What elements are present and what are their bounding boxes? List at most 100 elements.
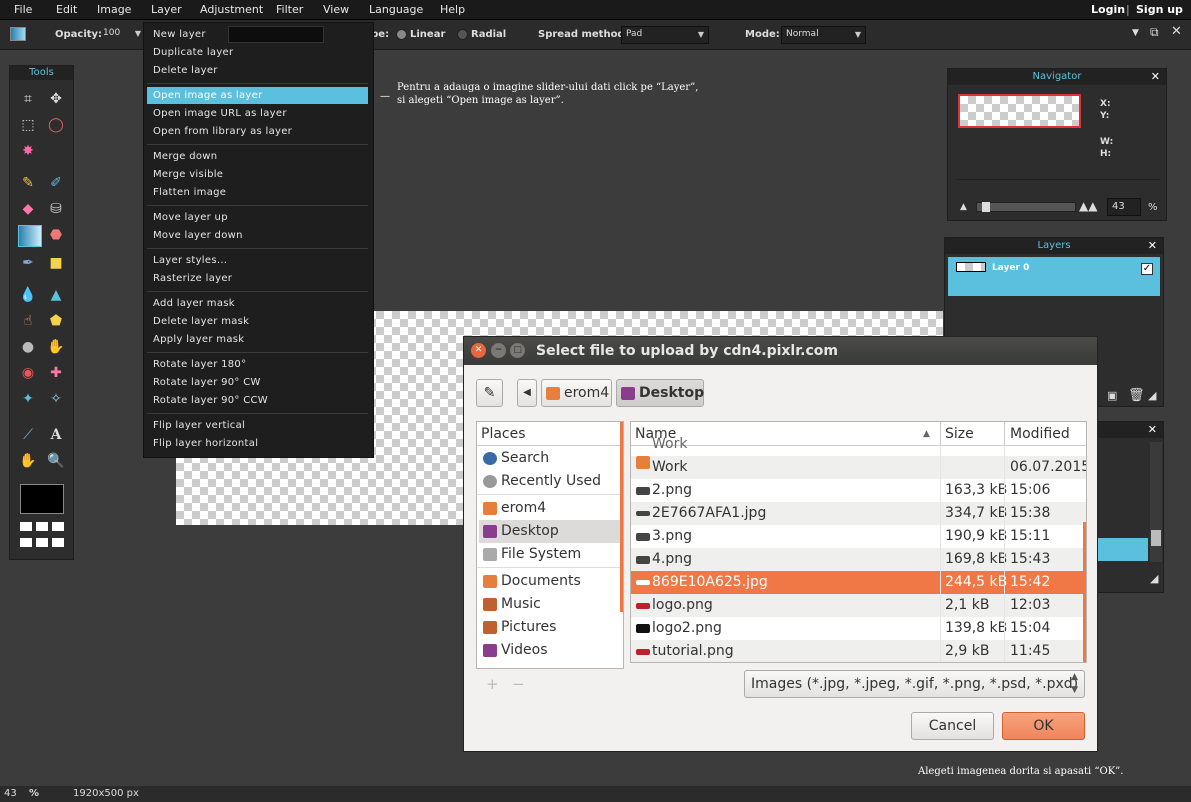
table-row[interactable]: Work <box>631 433 1086 456</box>
layer-settings-icon[interactable]: ◢ <box>1148 389 1156 402</box>
path-back-button[interactable]: ◀ <box>517 379 537 407</box>
eraser-icon[interactable]: ◆ <box>18 199 38 219</box>
spread-method-select[interactable]: Pad ▼ <box>621 26 709 44</box>
ok-button[interactable]: OK <box>1002 712 1085 740</box>
menu-view[interactable]: View <box>323 3 349 16</box>
stamp-icon[interactable]: ⬣ <box>46 225 66 245</box>
zoom-slider-handle[interactable] <box>982 202 990 212</box>
close-icon[interactable]: ✕ <box>1171 24 1182 39</box>
pinch-icon[interactable]: ✧ <box>46 389 66 409</box>
trash-icon[interactable]: 🗑 <box>1128 388 1145 403</box>
close-icon[interactable]: ✕ <box>471 343 486 358</box>
bucket-icon[interactable]: ⛁ <box>46 199 66 219</box>
menu-rotate-180[interactable]: Rotate layer 180° <box>147 356 368 373</box>
path-desktop-button[interactable]: Desktop <box>616 379 704 407</box>
menu-rotate-90-cw[interactable]: Rotate layer 90° CW <box>147 374 368 391</box>
close-icon[interactable]: ✕ <box>1148 238 1157 254</box>
move-icon[interactable]: ✥ <box>46 89 66 109</box>
place-videos[interactable]: Videos <box>479 639 623 662</box>
linear-radio[interactable] <box>396 29 407 40</box>
brush-icon[interactable]: ✐ <box>46 173 66 193</box>
menu-image[interactable]: Image <box>97 3 131 16</box>
mode-select[interactable]: Normal ▼ <box>781 26 866 44</box>
table-row[interactable]: logo.png 2,1 kB 12:03 <box>631 594 1086 617</box>
sponge-icon[interactable]: ⬟ <box>46 311 66 331</box>
scrollbar-thumb[interactable] <box>1151 530 1161 546</box>
close-icon[interactable]: ✕ <box>1151 69 1160 85</box>
zoom-slider[interactable] <box>976 202 1076 212</box>
grid-icon[interactable] <box>52 538 64 547</box>
path-erom4-button[interactable]: erom4 <box>541 379 612 407</box>
menu-rotate-90-ccw[interactable]: Rotate layer 90° CCW <box>147 392 368 409</box>
opacity-input[interactable]: 100 ▼ <box>99 26 145 44</box>
menu-duplicate-layer[interactable]: Duplicate layer <box>147 44 368 61</box>
grid-icon[interactable] <box>36 538 48 547</box>
menu-merge-visible[interactable]: Merge visible <box>147 166 368 183</box>
color-swatch[interactable] <box>20 484 64 514</box>
table-row[interactable]: Work 06.07.2015 <box>631 456 1086 479</box>
bloat-icon[interactable]: ✦ <box>18 389 38 409</box>
menu-new-layer[interactable]: New layer <box>147 26 368 43</box>
menu-delete-layer-mask[interactable]: Delete layer mask <box>147 313 368 330</box>
table-row[interactable]: 4.png 169,8 kB 15:43 <box>631 548 1086 571</box>
color-replace-icon[interactable]: ✒ <box>18 253 38 273</box>
marquee-icon[interactable]: ⬚ <box>18 115 38 135</box>
menu-flatten-image[interactable]: Flatten image <box>147 184 368 201</box>
crop-icon[interactable]: ⌗ <box>18 89 38 109</box>
grid-icon[interactable] <box>52 522 64 531</box>
minimize-icon[interactable]: − <box>491 343 506 358</box>
close-icon[interactable]: ✕ <box>1148 422 1157 438</box>
restore-icon[interactable]: ⧉ <box>1150 25 1159 40</box>
radial-radio[interactable] <box>457 29 468 40</box>
menu-apply-layer-mask[interactable]: Apply layer mask <box>147 331 368 348</box>
spot-heal-icon[interactable]: ✚ <box>46 363 66 383</box>
place-music[interactable]: Music <box>479 593 623 616</box>
smudge-icon[interactable]: ☝ <box>18 311 38 331</box>
edit-path-button[interactable]: ✎ <box>476 379 503 407</box>
place-search[interactable]: Search <box>479 447 623 470</box>
history-scrollbar[interactable] <box>1150 442 1162 562</box>
zoom-out-icon[interactable]: ▲ <box>960 202 967 212</box>
menu-file[interactable]: File <box>14 3 32 16</box>
menu-filter[interactable]: Filter <box>276 3 303 16</box>
drawing-icon[interactable]: ■ <box>46 253 66 273</box>
table-row[interactable]: 2.png 163,3 kB 15:06 <box>631 479 1086 502</box>
file-list-scrollbar[interactable] <box>1083 522 1086 662</box>
grid-icon[interactable] <box>20 522 32 531</box>
navigator-preview[interactable] <box>958 94 1081 128</box>
place-documents[interactable]: Documents <box>479 570 623 593</box>
add-bookmark-button[interactable]: + <box>486 675 499 693</box>
menu-language[interactable]: Language <box>369 3 423 16</box>
menu-help[interactable]: Help <box>440 3 465 16</box>
hand-icon[interactable]: ✋ <box>18 451 38 471</box>
menu-layer-styles[interactable]: Layer styles... <box>147 252 368 269</box>
lasso-icon[interactable]: ◯ <box>46 115 66 135</box>
place-filesystem[interactable]: File System <box>479 543 623 566</box>
place-erom4[interactable]: erom4 <box>479 497 623 520</box>
menu-edit[interactable]: Edit <box>56 3 77 16</box>
menu-open-image-url-as-layer[interactable]: Open image URL as layer <box>147 105 368 122</box>
table-row-selected[interactable]: 869E10A625.jpg 244,5 kB 15:42 <box>631 571 1086 594</box>
table-row[interactable]: 2E7667AFA1.jpg 334,7 kB 15:38 <box>631 502 1086 525</box>
grid-icon[interactable] <box>20 538 32 547</box>
cancel-button[interactable]: Cancel <box>911 712 994 740</box>
places-scrollbar[interactable] <box>620 422 623 612</box>
layer-visibility-checkbox[interactable]: ✓ <box>1141 263 1153 275</box>
blur-icon[interactable]: 💧 <box>18 285 38 305</box>
table-row[interactable]: logo2.png 139,8 kB 15:04 <box>631 617 1086 640</box>
table-row[interactable]: 3.png 190,9 kB 15:11 <box>631 525 1086 548</box>
red-eye-icon[interactable]: ◉ <box>18 363 38 383</box>
dodge-icon[interactable]: ✋ <box>46 337 66 357</box>
zoom-input[interactable]: 43 <box>1107 198 1141 216</box>
login-link[interactable]: Login <box>1091 3 1125 16</box>
place-desktop[interactable]: Desktop <box>479 520 623 543</box>
menu-open-image-as-layer[interactable]: Open image as layer <box>147 87 368 104</box>
place-pictures[interactable]: Pictures <box>479 616 623 639</box>
gradient-icon[interactable] <box>18 225 42 247</box>
menu-flip-vertical[interactable]: Flip layer vertical <box>147 417 368 434</box>
new-layer-icon[interactable]: ▣ <box>1107 389 1117 402</box>
menu-merge-down[interactable]: Merge down <box>147 148 368 165</box>
file-type-filter[interactable]: Images (*.jpg, *.jpeg, *.gif, *.png, *.p… <box>744 670 1085 698</box>
type-icon[interactable]: A <box>46 425 66 445</box>
menu-flip-horizontal[interactable]: Flip layer horizontal <box>147 435 368 452</box>
